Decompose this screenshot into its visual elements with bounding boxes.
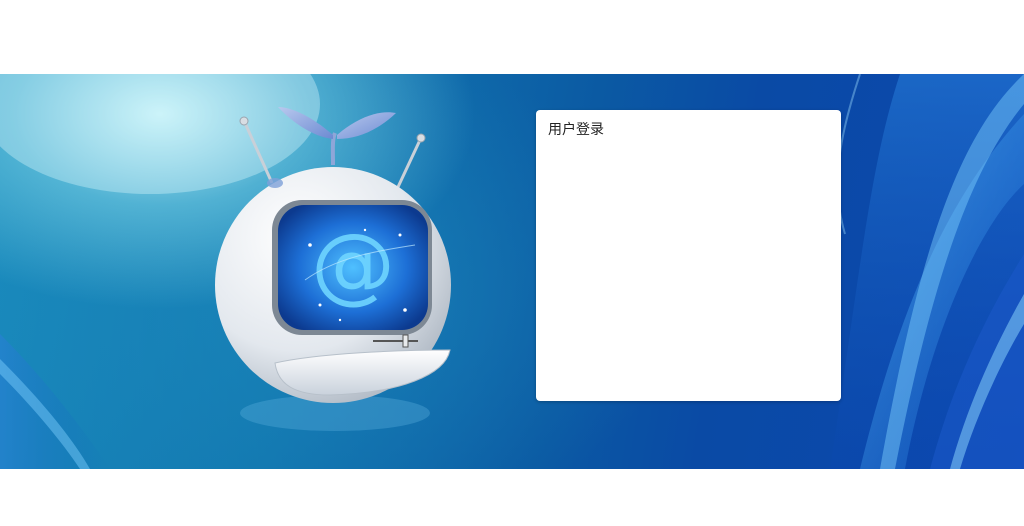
hero-banner xyxy=(0,74,1024,469)
at-sign-icon: @ xyxy=(311,215,395,313)
banner-wave-decoration xyxy=(0,74,1024,469)
login-panel: 用户登录 xyxy=(536,110,841,401)
bottom-footer xyxy=(0,469,1024,526)
top-header xyxy=(0,0,1024,74)
email-tv-mascot: @ xyxy=(215,107,451,431)
login-title: 用户登录 xyxy=(548,122,604,138)
